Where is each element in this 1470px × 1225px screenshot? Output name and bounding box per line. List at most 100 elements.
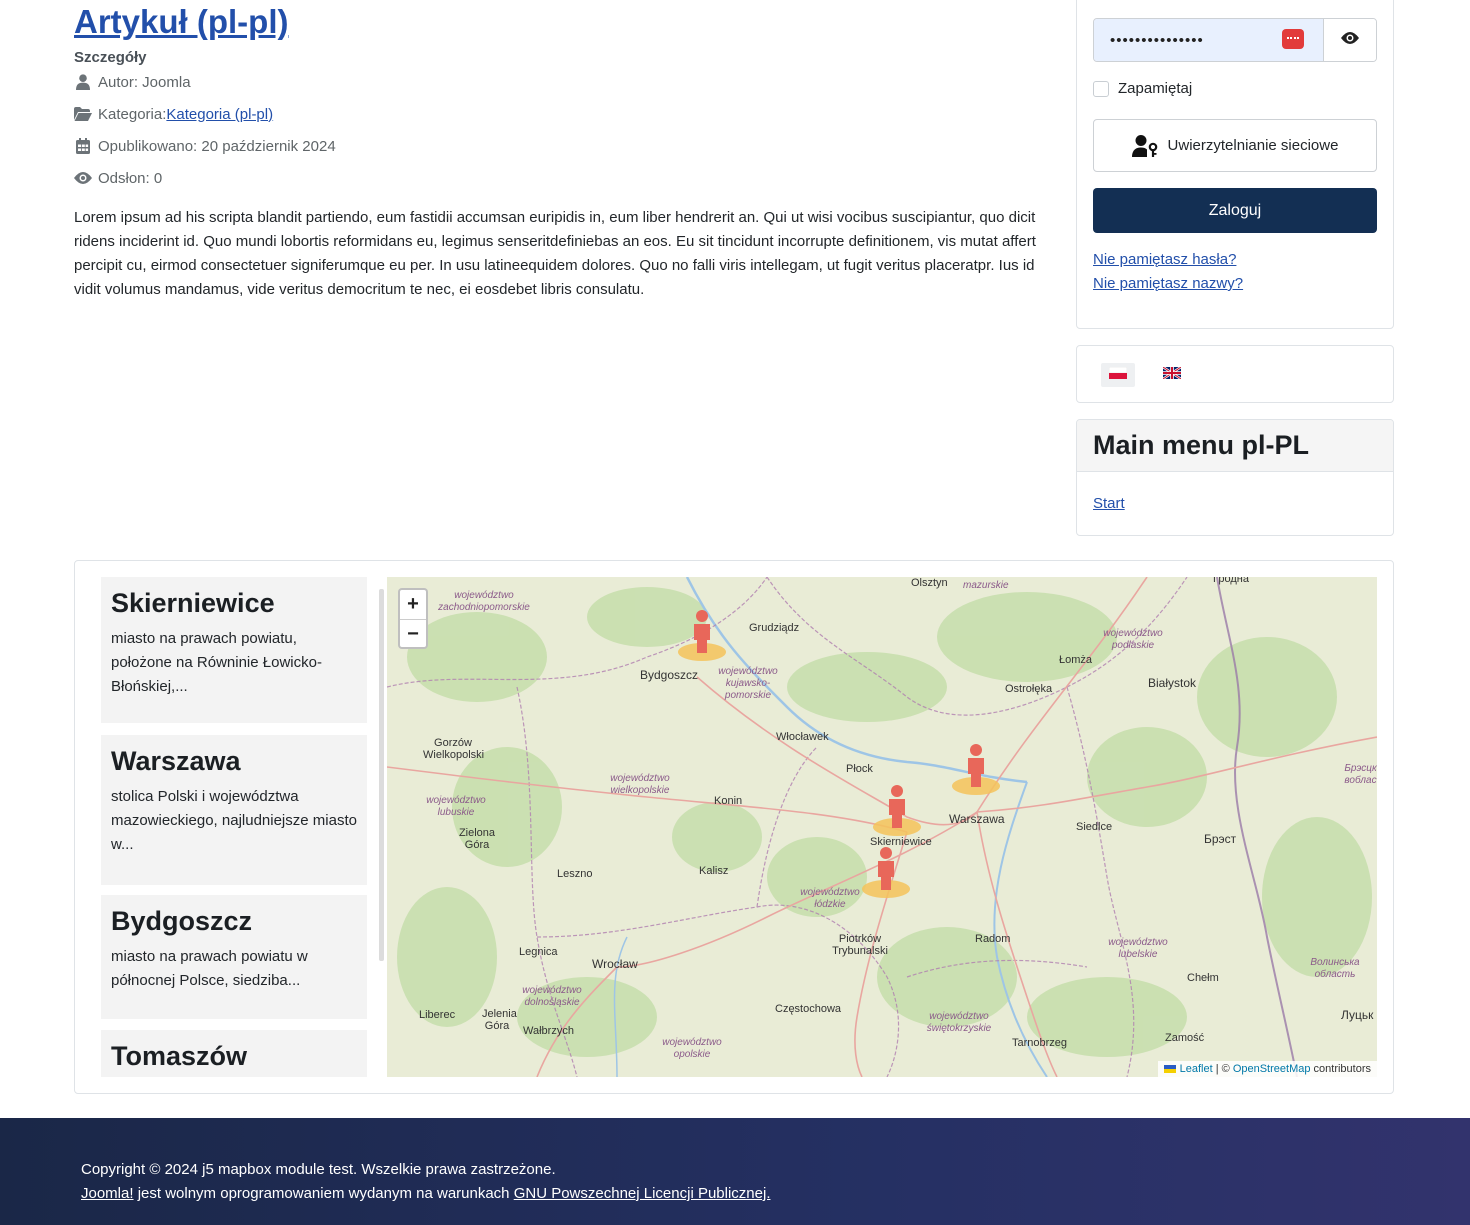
author-text: Autor: Joomla xyxy=(98,73,191,91)
map-label-gorzow: Gorzów Wielkopolski xyxy=(423,737,485,761)
language-pl[interactable] xyxy=(1101,363,1135,387)
place-title: Warszawa xyxy=(111,746,241,776)
leaflet-map[interactable]: Olsztyn mazurskie Гродна województwo zac… xyxy=(387,577,1377,1077)
main-menu-header: Main menu pl-PL xyxy=(1077,420,1393,472)
eye-icon xyxy=(1341,31,1359,49)
category-prefix: Kategoria: xyxy=(98,105,167,123)
webauthn-label: Uwierzytelnianie sieciowe xyxy=(1167,137,1339,154)
footer-middle-text: jest wolnym oprogramowaniem wydanym na w… xyxy=(133,1185,514,1202)
person-marker-icon xyxy=(862,847,910,898)
map-label-grudziadz: Grudziądz xyxy=(749,622,800,634)
place-card-warszawa[interactable]: Warszawa stolica Polski i województwa ma… xyxy=(101,735,367,885)
osm-link[interactable]: OpenStreetMap xyxy=(1233,1063,1311,1075)
site-footer: Copyright © 2024 j5 mapbox module test. … xyxy=(0,1118,1470,1225)
user-lock-icon xyxy=(1131,134,1158,157)
poland-flag-icon xyxy=(1108,366,1128,384)
map-label-zamosc: Zamość xyxy=(1165,1032,1205,1044)
published-text: Opublikowano: 20 październik 2024 xyxy=(98,137,336,155)
place-card-skierniewice[interactable]: Skierniewice miasto na prawach powiatu, … xyxy=(101,577,367,723)
map-label-lubuskie: województwo lubuskie xyxy=(426,795,486,818)
map-label-plock: Płock xyxy=(846,763,873,775)
map-label-leszno: Leszno xyxy=(557,868,593,880)
map-label-brest-oblast: Брэсцкая вобласць xyxy=(1344,763,1377,786)
article-title-link[interactable]: Artykuł (pl-pl) xyxy=(74,3,288,40)
zoom-in-button[interactable]: + xyxy=(400,590,426,620)
map-marker-skierniewice[interactable] xyxy=(872,782,922,838)
map-label-dolnoslaskie: województwo dolnośląskie xyxy=(522,985,582,1008)
main-menu-title: Main menu pl-PL xyxy=(1093,430,1309,460)
remember-checkbox[interactable] xyxy=(1093,80,1109,97)
map-label-wielkopolskie: województwo wielkopolskie xyxy=(610,773,670,796)
webauthn-button[interactable]: Uwierzytelnianie sieciowe xyxy=(1093,119,1377,172)
hits-text: Odsłon: 0 xyxy=(98,169,163,187)
meta-published: Opublikowano: 20 październik 2024 xyxy=(74,135,336,157)
place-list[interactable]: Skierniewice miasto na prawach powiatu, … xyxy=(101,577,367,1077)
map-label-legnica: Legnica xyxy=(519,946,558,958)
map-marker-bydgoszcz[interactable] xyxy=(677,607,727,663)
eye-icon xyxy=(74,169,92,187)
place-card-tomaszow[interactable]: Tomaszów xyxy=(101,1030,367,1077)
remember-label: Zapamiętaj xyxy=(1118,80,1193,97)
map-label-bydgoszcz: Bydgoszcz xyxy=(640,668,699,682)
joomla-link[interactable]: Joomla! xyxy=(81,1185,134,1202)
leaflet-link[interactable]: Leaflet xyxy=(1180,1063,1213,1075)
map-marker-warszawa[interactable] xyxy=(951,741,1001,797)
meta-author: Autor: Joomla xyxy=(74,71,191,93)
map-label-chelm: Chełm xyxy=(1187,972,1219,984)
map-label-zielona-gora: Zielona Góra xyxy=(458,827,496,851)
place-list-scrollbar[interactable] xyxy=(379,589,384,961)
map-marker-tomaszow[interactable] xyxy=(861,844,911,900)
map-label-opolskie: województwo opolskie xyxy=(662,1037,722,1060)
map-label-lutsk: Луцьк xyxy=(1341,1008,1374,1022)
main-menu-module: Main menu pl-PL Start xyxy=(1076,419,1394,536)
map-label-liberec: Liberec xyxy=(419,1009,456,1021)
gpl-license-link[interactable]: GNU Powszechnej Licencji Publicznej. xyxy=(514,1185,771,1202)
meta-hits: Odsłon: 0 xyxy=(74,167,162,189)
uk-flag-icon xyxy=(1162,366,1182,384)
person-marker-icon xyxy=(952,744,1000,795)
forgot-password-link[interactable]: Nie pamiętasz hasła? xyxy=(1093,251,1236,268)
password-field-group xyxy=(1093,18,1377,62)
map-label-podlaskie: województwo podlaskie xyxy=(1103,628,1163,651)
footer-copyright: Copyright © 2024 j5 mapbox module test. … xyxy=(81,1161,556,1178)
person-marker-icon xyxy=(873,785,921,836)
zoom-control: + − xyxy=(398,588,428,649)
map-label-grodno: Гродна xyxy=(1213,577,1249,585)
map-label-brest: Брэст xyxy=(1204,832,1237,846)
map-label-wroclaw: Wrocław xyxy=(592,957,638,971)
remember-me[interactable]: Zapamiętaj xyxy=(1093,80,1192,97)
place-description: miasto na prawach powiatu w północnej Po… xyxy=(111,948,308,989)
map-label-walbrzych: Wałbrzych xyxy=(523,1025,574,1037)
details-heading: Szczegóły xyxy=(74,49,147,66)
map-label-bialystok: Białystok xyxy=(1148,676,1197,690)
meta-category: Kategoria: Kategoria (pl-pl) xyxy=(74,103,273,125)
folder-open-icon xyxy=(74,105,92,123)
map-label-mazurskie: mazurskie xyxy=(963,580,1009,591)
forgot-username-link[interactable]: Nie pamiętasz nazwy? xyxy=(1093,275,1243,292)
map-label-ostroleka: Ostrołęka xyxy=(1005,683,1053,695)
map-label-lodzkie: województwo łódzkie xyxy=(800,887,860,910)
map-label-olsztyn: Olsztyn xyxy=(911,577,948,589)
language-en[interactable] xyxy=(1155,363,1189,387)
login-button[interactable]: Zaloguj xyxy=(1093,188,1377,233)
map-label-konin: Konin xyxy=(714,795,743,807)
map-label-lomza: Łomża xyxy=(1059,654,1093,666)
place-card-bydgoszcz[interactable]: Bydgoszcz miasto na prawach powiatu w pó… xyxy=(101,895,367,1019)
place-description: stolica Polski i województwa mazowieckie… xyxy=(111,788,357,853)
calendar-icon xyxy=(74,137,92,155)
login-module: Zapamiętaj Uwierzytelnianie sieciowe Zal… xyxy=(1076,0,1394,329)
category-link[interactable]: Kategoria (pl-pl) xyxy=(166,106,273,123)
show-password-button[interactable] xyxy=(1323,19,1376,61)
zoom-out-button[interactable]: − xyxy=(400,620,426,649)
place-title: Bydgoszcz xyxy=(111,906,253,936)
menu-item-start[interactable]: Start xyxy=(1093,495,1125,512)
map-label-jelenia-gora: Jelenia Góra xyxy=(482,1008,517,1032)
map-label-czestochowa: Częstochowa xyxy=(775,1003,842,1015)
map-label-kujawsko: województwo kujawsko-pomorskie xyxy=(718,666,778,701)
map-label-kalisz: Kalisz xyxy=(699,865,729,877)
attribution-contributors: contributors xyxy=(1310,1063,1371,1075)
password-manager-icon[interactable] xyxy=(1282,29,1304,49)
article-title: Artykuł (pl-pl) xyxy=(74,2,288,42)
place-title: Tomaszów xyxy=(111,1041,248,1071)
language-switcher xyxy=(1076,345,1394,403)
